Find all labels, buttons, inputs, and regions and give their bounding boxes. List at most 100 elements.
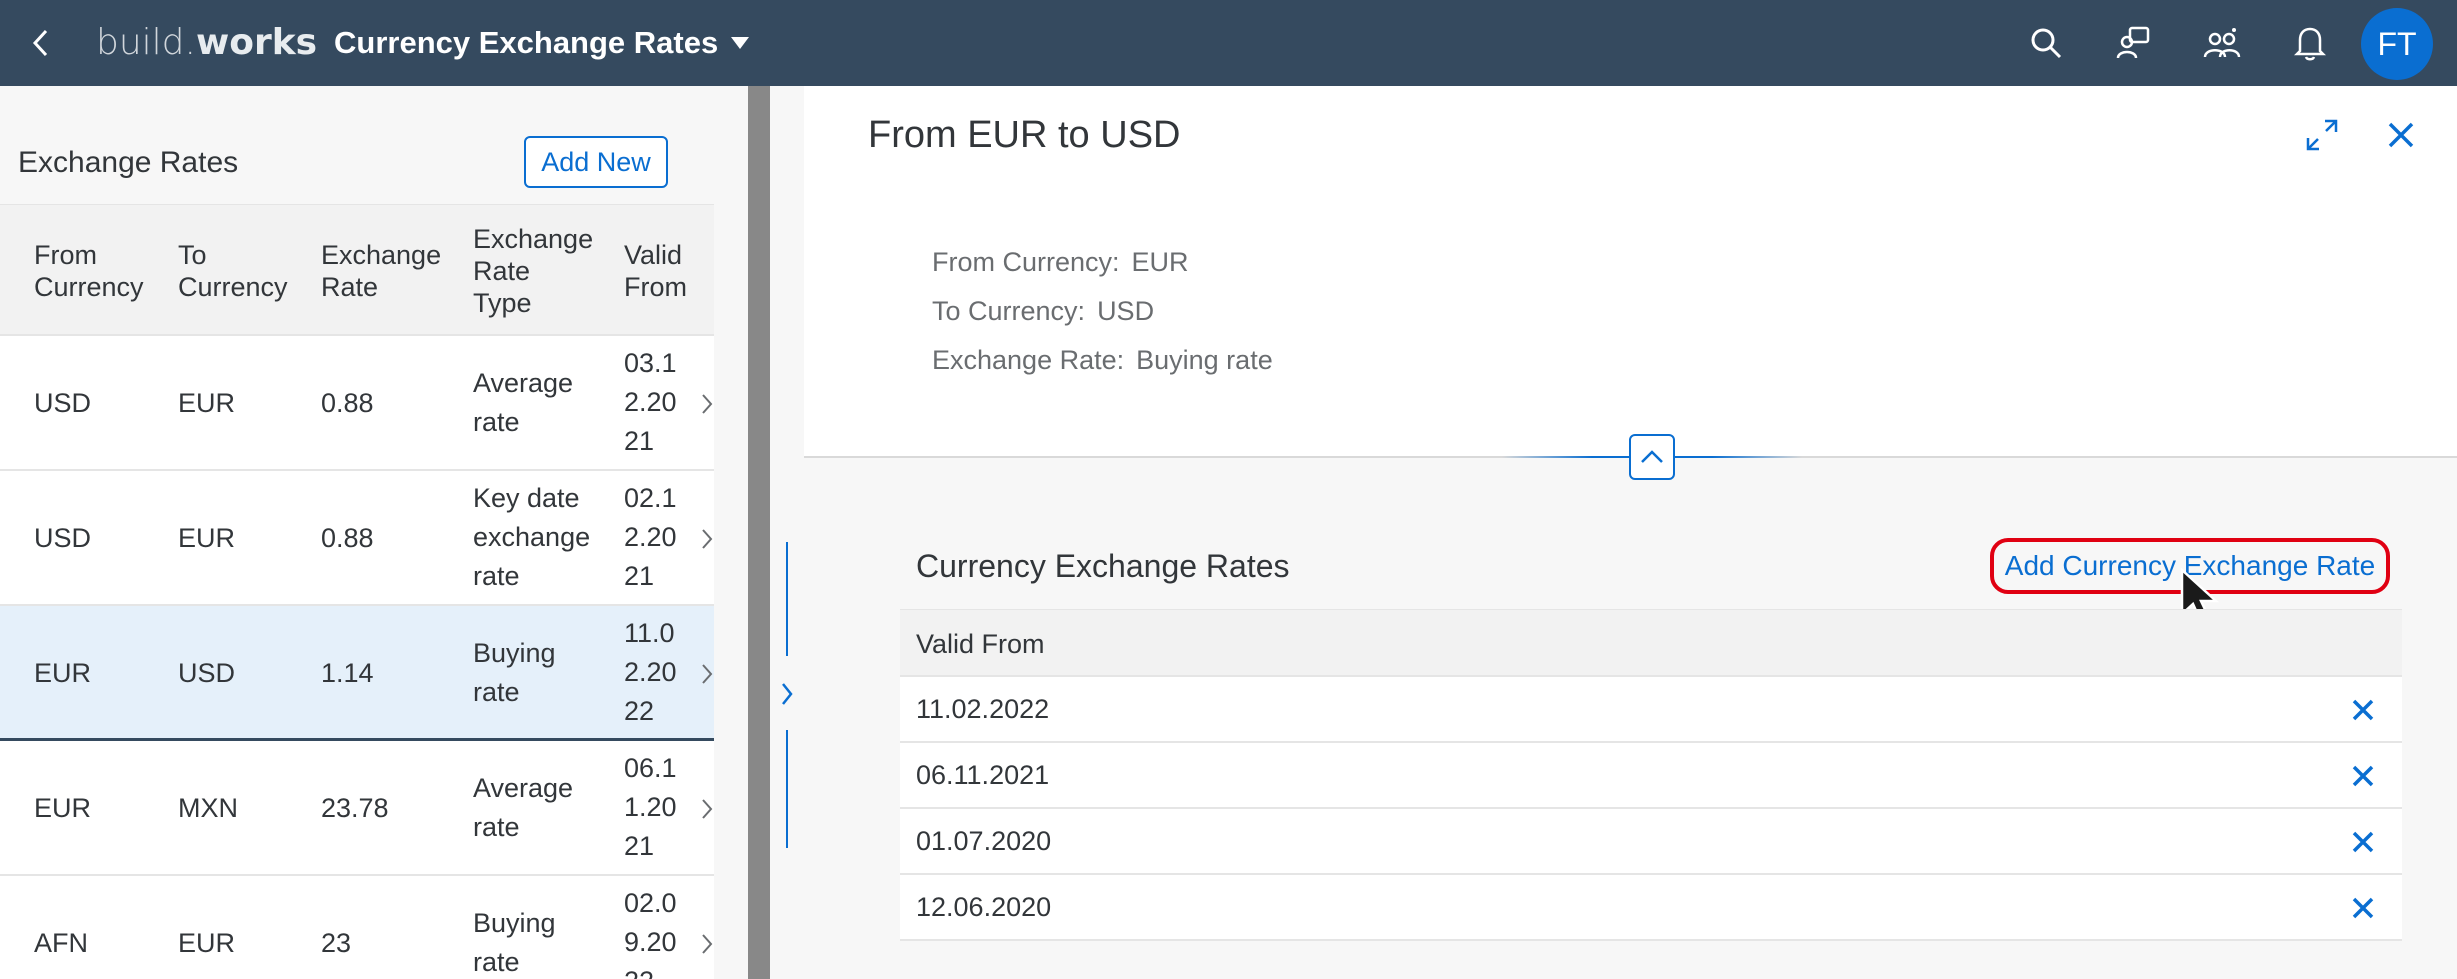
cell-rate-type: Key date exchange rate: [473, 483, 591, 591]
chevron-right-icon: [702, 529, 713, 549]
cell-from-currency: AFN: [34, 928, 88, 958]
add-new-button[interactable]: Add New: [524, 136, 668, 188]
group-icon: [2203, 28, 2241, 58]
table-row[interactable]: 12.06.2020: [900, 875, 2402, 941]
fullscreen-button[interactable]: [2297, 110, 2347, 160]
chevron-right-icon: [702, 934, 713, 954]
delete-row-button[interactable]: [2344, 757, 2382, 795]
exchange-rates-list-panel: Exchange Rates Add New From Currency To …: [0, 86, 748, 979]
cell-valid-from: 11.02.2022: [624, 618, 677, 726]
close-icon: [2352, 699, 2374, 721]
table-row[interactable]: AFN EUR 23 Buying rate 02.09.2022: [0, 876, 714, 979]
avatar[interactable]: FT: [2361, 8, 2433, 80]
column-header-exchange-rate[interactable]: Exchange Rate: [321, 239, 451, 303]
cell-exchange-rate: 23: [321, 928, 352, 958]
search-button[interactable]: [2024, 21, 2068, 65]
object-page-header: From EUR to USD From Currency: EUR To Cur…: [804, 86, 2457, 458]
table-row[interactable]: 06.11.2021: [900, 743, 2402, 809]
cell-rate-type: Buying rate: [473, 908, 556, 977]
section-title: Currency Exchange Rates: [916, 548, 1290, 584]
attribute-value: EUR: [1131, 247, 1189, 277]
attribute-from-currency: From Currency: EUR: [932, 244, 1189, 280]
team-button[interactable]: [2200, 21, 2244, 65]
table-row[interactable]: 11.02.2022: [900, 677, 2402, 743]
chevron-right-icon: [702, 799, 713, 819]
collaboration-icon: [2116, 26, 2150, 59]
table-row[interactable]: USD EUR 0.88 Average rate 03.12.2021: [0, 336, 714, 471]
chevron-left-icon: [32, 29, 48, 57]
column-header-valid-from[interactable]: Valid From: [624, 239, 696, 303]
cell-valid-from: 11.02.2022: [916, 694, 1050, 724]
expand-list-button[interactable]: [774, 672, 800, 716]
cell-valid-from: 02.12.2021: [624, 483, 677, 591]
object-title: From EUR to USD: [868, 114, 1181, 156]
delete-row-button[interactable]: [2344, 889, 2382, 927]
chevron-right-icon: [782, 683, 793, 705]
delete-row-button[interactable]: [2344, 823, 2382, 861]
cell-valid-from: 06.11.2021: [916, 760, 1050, 790]
add-currency-exchange-rate-button[interactable]: Add Currency Exchange Rate: [1990, 538, 2390, 594]
cell-valid-from: 12.06.2020: [916, 892, 1052, 922]
close-icon: [2388, 122, 2414, 148]
cell-to-currency: MXN: [178, 793, 238, 823]
attribute-value: USD: [1097, 296, 1155, 326]
table-row-selected[interactable]: EUR USD 1.14 Buying rate 11.02.2022: [0, 606, 714, 741]
full-screen-icon: [2306, 119, 2338, 151]
cell-valid-from: 01.07.2020: [916, 826, 1052, 856]
search-icon: [2031, 28, 2062, 59]
cell-valid-from: 02.09.2022: [624, 888, 677, 979]
product-switch-button[interactable]: [2112, 21, 2156, 65]
chevron-up-icon: [1641, 450, 1663, 463]
back-button[interactable]: [22, 22, 58, 64]
attribute-value: Buying rate: [1136, 345, 1273, 375]
cell-exchange-rate: 23.78: [321, 793, 389, 823]
list-title: Exchange Rates: [18, 146, 239, 179]
cell-to-currency: EUR: [178, 928, 236, 958]
cell-to-currency: EUR: [178, 388, 236, 418]
close-icon: [2352, 831, 2374, 853]
splitter-line: [786, 542, 788, 656]
column-header-exchange-rate-type[interactable]: Exchange Rate Type: [473, 223, 593, 319]
close-button[interactable]: [2376, 110, 2426, 160]
logo-dot: .: [184, 22, 196, 63]
attribute-to-currency: To Currency: USD: [932, 293, 1154, 329]
close-icon: [2352, 765, 2374, 787]
app-title: Currency Exchange Rates: [334, 25, 719, 60]
attribute-label: Exchange Rate:: [932, 345, 1125, 375]
close-icon: [2352, 897, 2374, 919]
bell-icon: [2294, 27, 2326, 61]
logo-prefix: build: [96, 22, 185, 63]
app-title-menu[interactable]: Currency Exchange Rates: [334, 22, 750, 64]
rates-table-header: Valid From: [900, 609, 2402, 677]
logo-suffix: works: [195, 22, 318, 63]
cell-to-currency: EUR: [178, 523, 236, 553]
cell-rate-type: Buying rate: [473, 638, 556, 707]
cell-from-currency: EUR: [34, 658, 92, 688]
table-row[interactable]: 01.07.2020: [900, 809, 2402, 875]
list-scrollbar[interactable]: [748, 86, 770, 979]
cell-rate-type: Average rate: [473, 773, 574, 842]
collapse-header-button[interactable]: [1629, 434, 1675, 480]
cell-rate-type: Average rate: [473, 368, 574, 437]
table-row[interactable]: USD EUR 0.88 Key date exchange rate 02.1…: [0, 471, 714, 606]
notifications-button[interactable]: [2288, 21, 2332, 65]
column-header-from-currency[interactable]: From Currency: [34, 239, 154, 303]
cell-exchange-rate: 1.14: [321, 658, 374, 688]
app-logo[interactable]: build.works: [96, 22, 317, 64]
cell-from-currency: EUR: [34, 793, 92, 823]
cell-to-currency: USD: [178, 658, 236, 688]
splitter-line: [786, 730, 788, 848]
cell-valid-from: 03.12.2021: [624, 348, 677, 456]
column-header-to-currency[interactable]: To Currency: [178, 239, 298, 303]
cell-exchange-rate: 0.88: [321, 523, 374, 553]
attribute-exchange-rate: Exchange Rate: Buying rate: [932, 342, 1273, 378]
column-header-valid-from[interactable]: Valid From: [916, 628, 1045, 660]
chevron-right-icon: [702, 664, 713, 684]
caret-down-icon: [731, 37, 750, 49]
table-row[interactable]: EUR MXN 23.78 Average rate 06.11.2021: [0, 741, 714, 876]
list-table-header: From Currency To Currency Exchange Rate …: [0, 204, 714, 336]
chevron-right-icon: [702, 394, 713, 414]
cell-valid-from: 06.11.2021: [624, 753, 677, 861]
delete-row-button[interactable]: [2344, 691, 2382, 729]
cell-exchange-rate: 0.88: [321, 388, 374, 418]
